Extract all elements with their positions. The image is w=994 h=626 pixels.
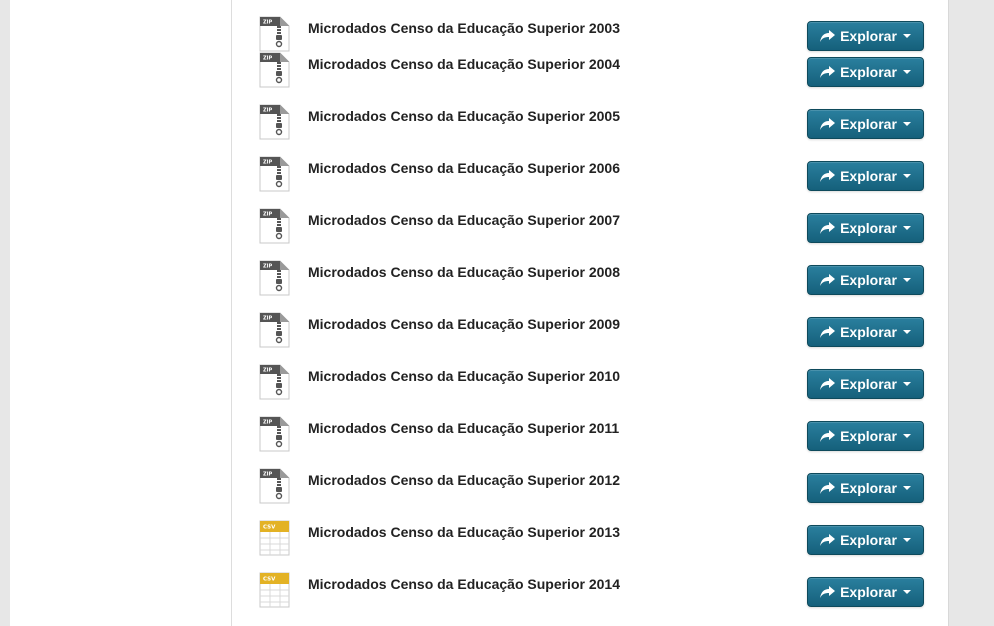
resource-title[interactable]: Microdados Censo da Educação Superior 20… bbox=[308, 316, 620, 332]
zip-file-icon: ZIP bbox=[258, 156, 290, 192]
share-arrow-icon bbox=[820, 378, 836, 390]
caret-down-icon bbox=[902, 382, 911, 386]
share-arrow-icon bbox=[820, 274, 836, 286]
resource-title[interactable]: Microdados Censo da Educação Superior 20… bbox=[308, 368, 620, 384]
explore-button-label: Explorar bbox=[840, 376, 897, 392]
caret-down-icon bbox=[902, 330, 911, 334]
explore-button-label: Explorar bbox=[840, 116, 897, 132]
share-arrow-icon bbox=[820, 326, 836, 338]
resource-list: ZIP Microdados Censo da Educação Superio… bbox=[232, 0, 948, 626]
svg-text:ZIP: ZIP bbox=[263, 264, 272, 270]
svg-text:ZIP: ZIP bbox=[263, 472, 272, 478]
caret-down-icon bbox=[902, 278, 911, 282]
svg-text:CSV: CSV bbox=[263, 525, 276, 531]
share-arrow-icon bbox=[820, 586, 836, 598]
zip-file-icon: ZIP bbox=[258, 52, 290, 88]
csv-file-icon: CSV bbox=[258, 572, 290, 608]
resource-title[interactable]: Microdados Censo da Educação Superior 20… bbox=[308, 108, 620, 124]
resource-item: CSV Microdados Censo da Educação Superio… bbox=[232, 564, 948, 616]
resource-item: ZIP Microdados Censo da Educação Superio… bbox=[232, 252, 948, 304]
explore-button[interactable]: Explorar bbox=[807, 577, 924, 607]
explore-button[interactable]: Explorar bbox=[807, 213, 924, 243]
resource-item: ZIP Microdados Censo da Educação Superio… bbox=[232, 44, 948, 96]
resource-item: ZIP Microdados Censo da Educação Superio… bbox=[232, 460, 948, 512]
explore-button-label: Explorar bbox=[840, 220, 897, 236]
resource-title[interactable]: Microdados Censo da Educação Superior 20… bbox=[308, 472, 620, 488]
share-arrow-icon bbox=[820, 30, 836, 42]
caret-down-icon bbox=[902, 590, 911, 594]
caret-down-icon bbox=[902, 538, 911, 542]
resource-item: ZIP Microdados Censo da Educação Superio… bbox=[232, 356, 948, 408]
resource-item: ZIP Microdados Censo da Educação Superio… bbox=[232, 408, 948, 460]
explore-button[interactable]: Explorar bbox=[807, 421, 924, 451]
caret-down-icon bbox=[902, 122, 911, 126]
share-arrow-icon bbox=[820, 222, 836, 234]
resource-item: CSV Microdados Censo da Educação Superio… bbox=[232, 512, 948, 564]
share-arrow-icon bbox=[820, 534, 836, 546]
share-arrow-icon bbox=[820, 170, 836, 182]
share-arrow-icon bbox=[820, 482, 836, 494]
zip-file-icon: ZIP bbox=[258, 104, 290, 140]
explore-button[interactable]: Explorar bbox=[807, 317, 924, 347]
svg-text:ZIP: ZIP bbox=[263, 56, 272, 62]
share-arrow-icon bbox=[820, 118, 836, 130]
resource-title[interactable]: Microdados Censo da Educação Superior 20… bbox=[308, 576, 620, 592]
explore-button-label: Explorar bbox=[840, 584, 897, 600]
explore-button-label: Explorar bbox=[840, 532, 897, 548]
csv-file-icon: CSV bbox=[258, 520, 290, 556]
svg-text:ZIP: ZIP bbox=[263, 160, 272, 166]
svg-text:ZIP: ZIP bbox=[263, 368, 272, 374]
explore-button[interactable]: Explorar bbox=[807, 57, 924, 87]
resource-item: ZIP Microdados Censo da Educação Superio… bbox=[232, 200, 948, 252]
caret-down-icon bbox=[902, 70, 911, 74]
resource-title[interactable]: Microdados Censo da Educação Superior 20… bbox=[308, 264, 620, 280]
caret-down-icon bbox=[902, 226, 911, 230]
zip-file-icon: ZIP bbox=[258, 312, 290, 348]
page-content: ZIP Microdados Censo da Educação Superio… bbox=[10, 0, 949, 626]
resource-title[interactable]: Microdados Censo da Educação Superior 20… bbox=[308, 524, 620, 540]
zip-file-icon: ZIP bbox=[258, 468, 290, 504]
resource-item: ZIP Microdados Censo da Educação Superio… bbox=[232, 304, 948, 356]
svg-text:CSV: CSV bbox=[263, 577, 276, 583]
resource-item: ZIP Microdados Censo da Educação Superio… bbox=[232, 96, 948, 148]
explore-button-label: Explorar bbox=[840, 480, 897, 496]
explore-button[interactable]: Explorar bbox=[807, 525, 924, 555]
explore-button[interactable]: Explorar bbox=[807, 369, 924, 399]
explore-button-label: Explorar bbox=[840, 168, 897, 184]
share-arrow-icon bbox=[820, 66, 836, 78]
resource-title[interactable]: Microdados Censo da Educação Superior 20… bbox=[308, 160, 620, 176]
explore-button[interactable]: Explorar bbox=[807, 161, 924, 191]
svg-text:ZIP: ZIP bbox=[263, 316, 272, 322]
svg-text:ZIP: ZIP bbox=[263, 420, 272, 426]
zip-file-icon: ZIP bbox=[258, 364, 290, 400]
explore-button[interactable]: Explorar bbox=[807, 473, 924, 503]
svg-text:ZIP: ZIP bbox=[263, 20, 272, 26]
resource-title[interactable]: Microdados Censo da Educação Superior 20… bbox=[308, 20, 620, 36]
caret-down-icon bbox=[902, 174, 911, 178]
explore-button-label: Explorar bbox=[840, 28, 897, 44]
explore-button[interactable]: Explorar bbox=[807, 265, 924, 295]
resource-item: ZIP Microdados Censo da Educação Superio… bbox=[232, 0, 948, 52]
explore-button-label: Explorar bbox=[840, 272, 897, 288]
explore-button-label: Explorar bbox=[840, 64, 897, 80]
zip-file-icon: ZIP bbox=[258, 208, 290, 244]
caret-down-icon bbox=[902, 34, 911, 38]
left-column bbox=[10, 0, 232, 626]
caret-down-icon bbox=[902, 486, 911, 490]
zip-file-icon: ZIP bbox=[258, 260, 290, 296]
resource-title[interactable]: Microdados Censo da Educação Superior 20… bbox=[308, 56, 620, 72]
caret-down-icon bbox=[902, 434, 911, 438]
explore-button-label: Explorar bbox=[840, 428, 897, 444]
explore-button[interactable]: Explorar bbox=[807, 109, 924, 139]
resource-item: ZIP Microdados Censo da Educação Superio… bbox=[232, 148, 948, 200]
svg-text:ZIP: ZIP bbox=[263, 212, 272, 218]
explore-button-label: Explorar bbox=[840, 324, 897, 340]
zip-file-icon: ZIP bbox=[258, 416, 290, 452]
share-arrow-icon bbox=[820, 430, 836, 442]
resource-title[interactable]: Microdados Censo da Educação Superior 20… bbox=[308, 420, 619, 436]
svg-text:ZIP: ZIP bbox=[263, 108, 272, 114]
resource-title[interactable]: Microdados Censo da Educação Superior 20… bbox=[308, 212, 620, 228]
